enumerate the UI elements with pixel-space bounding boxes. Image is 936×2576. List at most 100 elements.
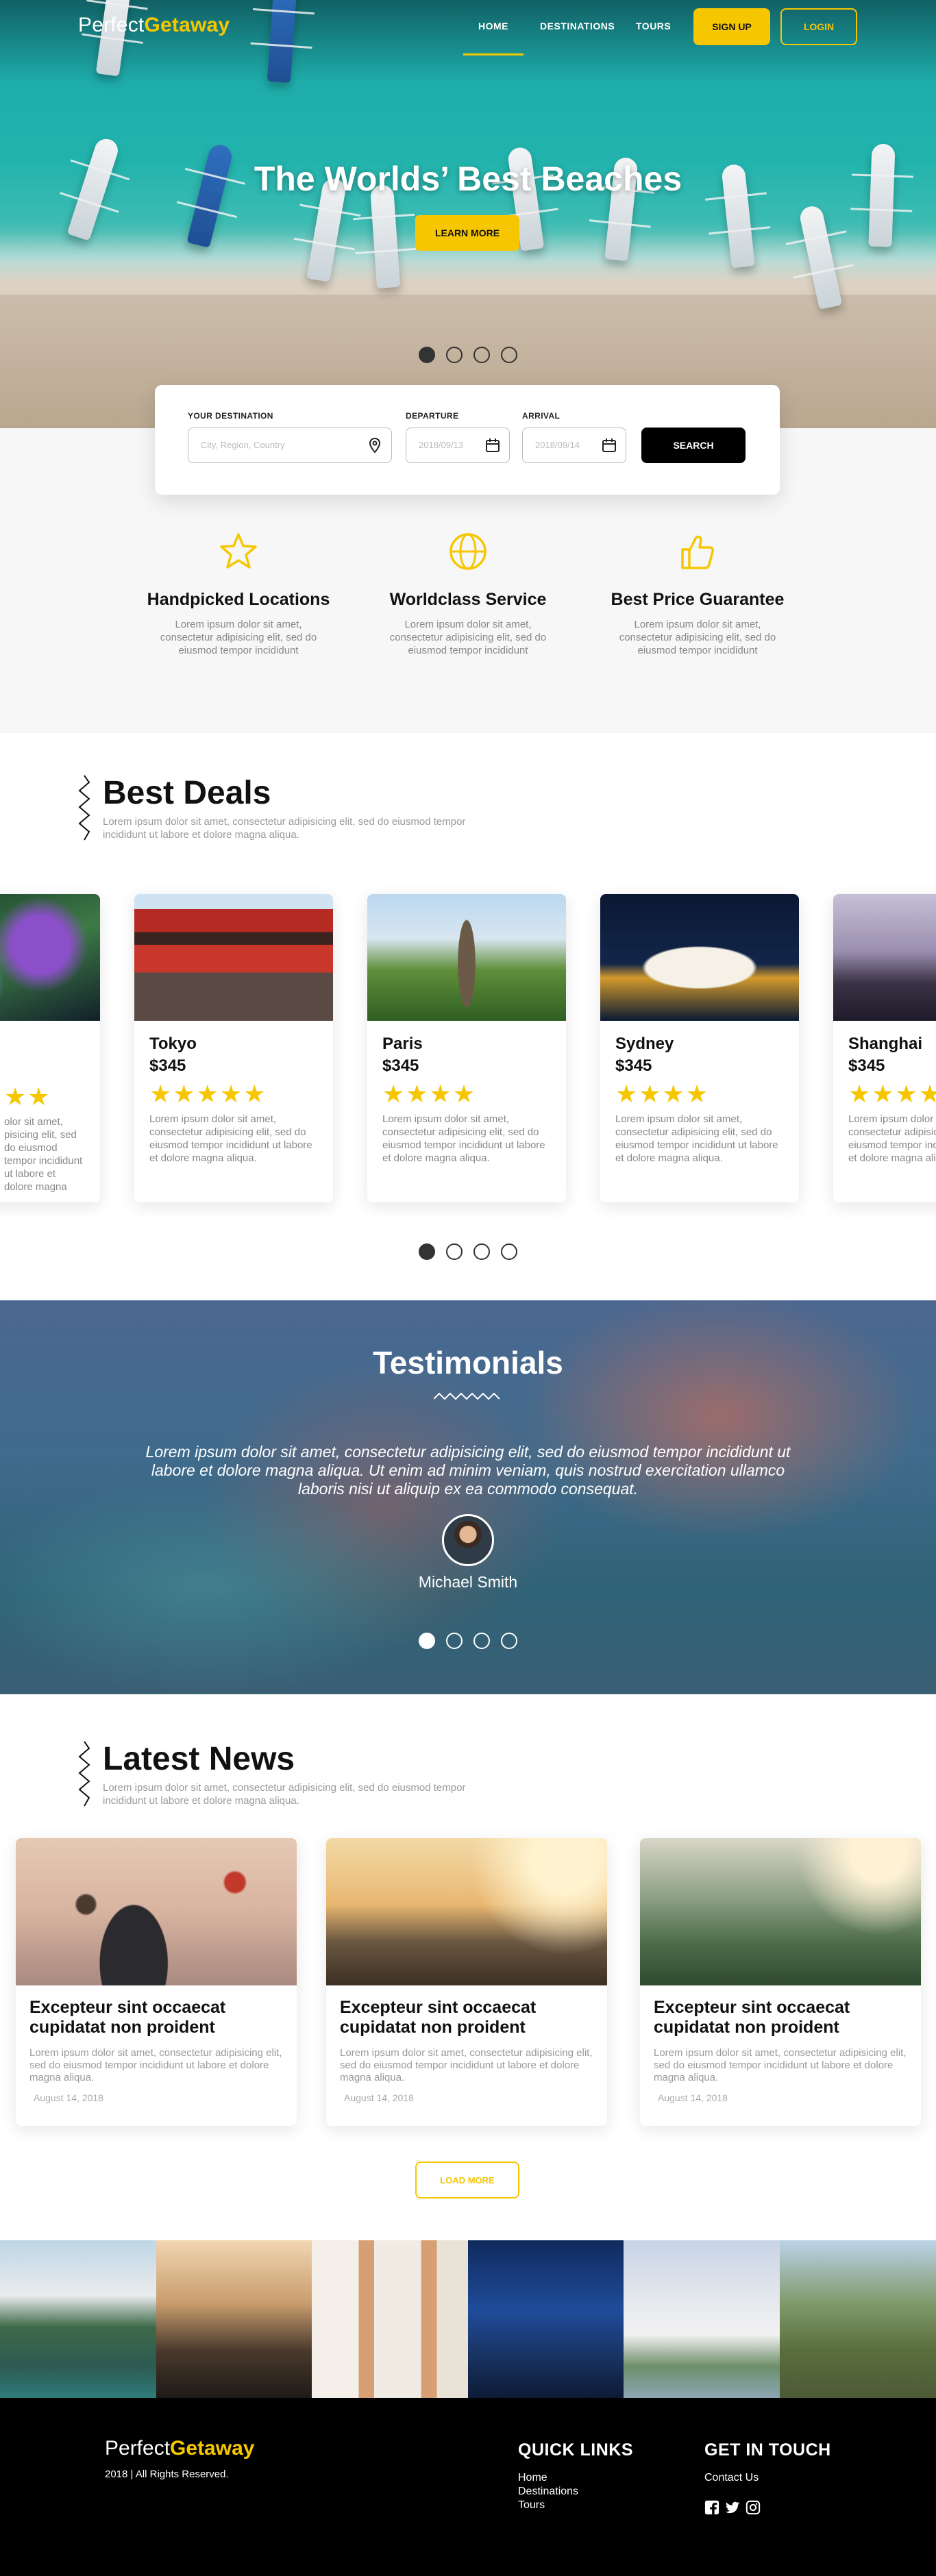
carousel-dot[interactable] (473, 1243, 490, 1260)
arrival-label: ARRIVAL (522, 411, 561, 421)
load-more-button[interactable]: LOAD MORE (415, 2162, 519, 2199)
brand-logo[interactable]: PerfectGetaway (78, 14, 230, 37)
footer: PerfectGetaway 2018 | All Rights Reserve… (0, 2398, 936, 2576)
arrival-date-input[interactable]: 2018/09/14 (522, 428, 626, 463)
footer-link-home[interactable]: Home (518, 2472, 547, 2484)
news-text: Lorem ipsum dolor sit amet, consectetur … (654, 2047, 907, 2083)
carousel-dot[interactable] (501, 1633, 517, 1649)
carousel-dot[interactable] (419, 347, 435, 363)
star-icon (220, 533, 257, 569)
signup-button[interactable]: SIGN UP (693, 8, 770, 45)
carousel-dot[interactable] (419, 1243, 435, 1260)
destination-input[interactable]: City, Region, Country (188, 428, 392, 463)
learn-more-button[interactable]: LEARN MORE (415, 215, 519, 251)
gallery-image[interactable] (0, 2240, 156, 2398)
destination-label: YOUR DESTINATION (188, 411, 273, 421)
instagram-icon[interactable] (746, 2500, 761, 2515)
deal-image (833, 894, 936, 1021)
feature-text: Lorem ipsum dolor sit amet, consectetur … (619, 619, 776, 656)
carousel-dot[interactable] (473, 347, 490, 363)
deal-image (600, 894, 799, 1021)
testimonials-section: Testimonials Lorem ipsum dolor sit amet,… (0, 1300, 936, 1694)
news-headline: Excepteur sint occaecat cupidatat non pr… (654, 1998, 850, 2037)
deal-city: Sydney (615, 1035, 674, 1053)
news-date: August 14, 2018 (34, 2092, 103, 2103)
gallery-image[interactable] (312, 2240, 468, 2398)
carousel-dot[interactable] (473, 1633, 490, 1649)
departure-placeholder: 2018/09/13 (419, 440, 464, 450)
deal-city: Tokyo (149, 1035, 197, 1053)
section-title: Latest News (103, 1741, 295, 1777)
news-card[interactable]: Excepteur sint occaecat cupidatat non pr… (640, 1838, 921, 2126)
deal-image (0, 894, 100, 1021)
deal-price: $345 (848, 1056, 885, 1075)
nav-destinations[interactable]: DESTINATIONS (540, 21, 615, 32)
get-in-touch-title: GET IN TOUCH (704, 2440, 831, 2460)
twitter-icon[interactable] (725, 2500, 740, 2515)
footer-logo[interactable]: PerfectGetaway (105, 2437, 254, 2460)
feature-service: Worldclass Service Lorem ipsum dolor sit… (365, 531, 571, 657)
news-text: Lorem ipsum dolor sit amet, consectetur … (29, 2047, 282, 2083)
deal-card-paris[interactable]: Paris $345 ★★★★ Lorem ipsum dolor sit am… (367, 894, 566, 1202)
nav-home[interactable]: HOME (463, 21, 524, 55)
departure-date-input[interactable]: 2018/09/13 (406, 428, 510, 463)
deal-text: Lorem ipsum dolor sit amet, consectetur … (382, 1113, 545, 1164)
logo-accent-text: Getaway (144, 14, 230, 36)
deal-card-partial[interactable]: ★★ olor sit amet, pisicing elit, sed do … (0, 894, 100, 1202)
news-image (326, 1838, 607, 1985)
feature-text: Lorem ipsum dolor sit amet, consectetur … (389, 619, 547, 656)
news-headline: Excepteur sint occaecat cupidatat non pr… (340, 1998, 537, 2037)
gallery-image[interactable] (624, 2240, 780, 2398)
deal-card-tokyo[interactable]: Tokyo $345 ★★★★★ Lorem ipsum dolor sit a… (134, 894, 333, 1202)
hero-title: The Worlds’ Best Beaches (254, 160, 682, 198)
nav-tours[interactable]: TOURS (636, 21, 671, 32)
gallery-image[interactable] (156, 2240, 312, 2398)
section-title: Testimonials (373, 1345, 563, 1380)
gallery-image[interactable] (779, 2240, 936, 2398)
deal-city: Shanghai (848, 1035, 923, 1053)
quick-links-title: QUICK LINKS (518, 2440, 633, 2460)
hero-carousel-dots (419, 347, 517, 363)
news-headline: Excepteur sint occaecat cupidatat non pr… (29, 1998, 226, 2037)
footer-link-tours[interactable]: Tours (518, 2499, 545, 2512)
section-subtitle: Lorem ipsum dolor sit amet, consectetur … (103, 1782, 466, 1807)
news-image (16, 1838, 297, 1985)
thumbs-up-icon (681, 535, 714, 569)
avatar (442, 1514, 494, 1566)
news-card[interactable]: Excepteur sint occaecat cupidatat non pr… (326, 1838, 607, 2126)
feature-text: Lorem ipsum dolor sit amet, consectetur … (160, 619, 317, 656)
section-title: Best Deals (103, 775, 271, 811)
carousel-dot[interactable] (419, 1633, 435, 1649)
copyright-text: 2018 | All Rights Reserved. (105, 2468, 229, 2480)
rating-stars: ★★★★ (615, 1080, 710, 1108)
hero-banner: The Worlds’ Best Beaches LEARN MORE (0, 0, 936, 428)
carousel-dot[interactable] (501, 1243, 517, 1260)
destination-placeholder: City, Region, Country (201, 440, 285, 450)
rating-stars: ★★★★ (848, 1080, 936, 1108)
carousel-dot[interactable] (501, 347, 517, 363)
deal-price: $345 (615, 1056, 652, 1075)
zigzag-icon (78, 1741, 90, 1807)
feature-title: Worldclass Service (389, 590, 547, 609)
facebook-icon[interactable] (704, 2500, 719, 2515)
login-button[interactable]: LOGIN (780, 8, 857, 45)
deal-card-sydney[interactable]: Sydney $345 ★★★★ Lorem ipsum dolor sit a… (600, 894, 799, 1202)
feature-title: Handpicked Locations (147, 590, 330, 609)
news-date: August 14, 2018 (658, 2092, 728, 2103)
feature-title: Best Price Guarantee (611, 590, 785, 609)
logo-text: Perfect (78, 14, 145, 36)
deal-card-shanghai[interactable]: Shanghai $345 ★★★★ Lorem ipsum dolor sit… (833, 894, 936, 1202)
gallery-image[interactable] (467, 2240, 624, 2398)
contact-us-link[interactable]: Contact Us (704, 2472, 759, 2484)
calendar-icon (602, 438, 616, 452)
section-subtitle: Lorem ipsum dolor sit amet, consectetur … (103, 816, 466, 841)
carousel-dot[interactable] (446, 1633, 463, 1649)
calendar-icon (486, 438, 500, 452)
news-card[interactable]: Excepteur sint occaecat cupidatat non pr… (16, 1838, 297, 2126)
search-button[interactable]: SEARCH (641, 428, 746, 463)
footer-link-destinations[interactable]: Destinations (518, 2486, 578, 2498)
logo-accent-text: Getaway (170, 2437, 255, 2460)
carousel-dot[interactable] (446, 347, 463, 363)
globe-icon (449, 533, 487, 570)
carousel-dot[interactable] (446, 1243, 463, 1260)
